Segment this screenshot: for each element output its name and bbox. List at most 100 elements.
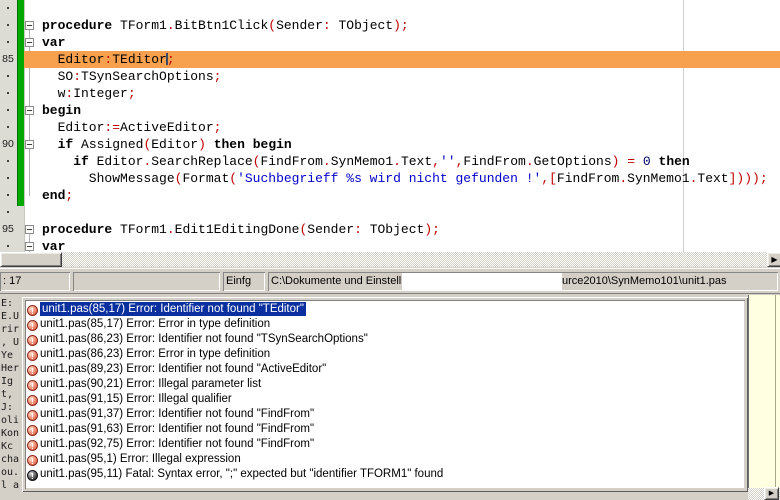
line-number[interactable]: 85 — [0, 51, 16, 68]
line-dot[interactable] — [0, 68, 16, 85]
background-text-fragment: rir — [1, 324, 19, 335]
message-item[interactable]: !unit1.pas(91,15) Error: Illegal qualifi… — [25, 392, 745, 407]
background-text-fragment: , U — [1, 337, 19, 348]
message-item[interactable]: !unit1.pas(85,17) Error: Error in type d… — [25, 317, 745, 332]
background-text-fragment: l a — [1, 480, 19, 491]
error-icon: ! — [27, 425, 38, 436]
code-text: Editor:TEditor; — [42, 51, 175, 68]
message-item[interactable]: !unit1.pas(90,21) Error: Illegal paramet… — [25, 377, 745, 392]
message-item[interactable]: !unit1.pas(86,23) Error: Identifier not … — [25, 332, 745, 347]
code-line[interactable]: w:Integer; — [0, 85, 780, 102]
line-dot[interactable] — [0, 85, 16, 102]
redaction-box — [402, 273, 562, 290]
horizontal-scrollbar[interactable]: ▶ — [0, 252, 780, 267]
line-number[interactable]: 90 — [0, 136, 16, 153]
message-text: unit1.pas(91,15) Error: Illegal qualifie… — [40, 393, 232, 405]
line-dot[interactable] — [0, 204, 16, 221]
code-line[interactable]: procedure TForm1.BitBtn1Click(Sender: TO… — [0, 17, 780, 34]
error-icon: ! — [27, 335, 38, 346]
message-text: unit1.pas(86,23) Error: Identifier not f… — [40, 333, 368, 345]
message-text: unit1.pas(85,17) Error: Error in type de… — [40, 318, 270, 330]
fold-collapse-icon[interactable] — [25, 225, 34, 234]
lazarus-ide-screen: procedure TForm1.BitBtn1Click(Sender: TO… — [0, 0, 780, 500]
background-text-fragment: E: — [1, 298, 13, 309]
code-line[interactable]: Editor:=ActiveEditor; — [0, 119, 780, 136]
message-item[interactable]: !unit1.pas(95,1) Error: Illegal expressi… — [25, 452, 745, 467]
message-item[interactable]: !unit1.pas(92,75) Error: Identifier not … — [25, 437, 745, 452]
code-text: w:Integer; — [42, 85, 136, 102]
fold-collapse-icon[interactable] — [25, 106, 34, 115]
background-text-fragment: Kc — [1, 441, 13, 452]
background-text-fragment: cha — [1, 454, 19, 465]
message-item[interactable]: !unit1.pas(91,37) Error: Identifier not … — [25, 407, 745, 422]
error-icon: ! — [27, 410, 38, 421]
message-item[interactable]: !unit1.pas(89,23) Error: Identifier not … — [25, 362, 745, 377]
code-text: SO:TSynSearchOptions; — [42, 68, 221, 85]
status-empty-panel — [73, 272, 220, 291]
line-dot[interactable] — [0, 119, 16, 136]
message-text: unit1.pas(89,23) Error: Identifier not f… — [40, 363, 326, 375]
code-text: procedure TForm1.BitBtn1Click(Sender: TO… — [42, 17, 409, 34]
code-line[interactable]: 95 procedure TForm1.Edit1EditingDone(Send… — [0, 221, 780, 238]
line-number[interactable]: 95 — [0, 221, 16, 238]
code-text: var — [42, 34, 65, 51]
background-text-fragment: Ye — [1, 350, 13, 361]
background-text-fragment: E.U — [1, 311, 19, 322]
message-item[interactable]: !unit1.pas(91,63) Error: Identifier not … — [25, 422, 745, 437]
error-icon: ! — [27, 350, 38, 361]
code-text: if Editor.SearchReplace(FindFrom.SynMemo… — [42, 153, 690, 170]
line-dot[interactable] — [0, 34, 16, 51]
line-dot[interactable] — [0, 187, 16, 204]
message-text: unit1.pas(86,23) Error: Error in type de… — [40, 348, 270, 360]
code-line[interactable]: if Editor.SearchReplace(FindFrom.SynMemo… — [0, 153, 780, 170]
message-item[interactable]: !unit1.pas(85,17) Error: Identifier not … — [25, 302, 745, 317]
code-line[interactable]: var — [0, 34, 780, 51]
code-text: var — [42, 238, 65, 252]
message-text: unit1.pas(90,21) Error: Illegal paramete… — [40, 378, 261, 390]
window-edge — [0, 293, 780, 294]
background-text-fragment: t, — [1, 389, 13, 400]
fold-collapse-icon[interactable] — [25, 242, 34, 251]
message-item[interactable]: !unit1.pas(95,11) Fatal: Syntax error, "… — [25, 467, 745, 482]
line-dot[interactable] — [0, 153, 16, 170]
code-text: procedure TForm1.Edit1EditingDone(Sender… — [42, 221, 440, 238]
line-dot[interactable] — [0, 0, 16, 17]
error-icon: ! — [27, 380, 38, 391]
code-line[interactable]: 85 Editor:TEditor; — [0, 51, 780, 68]
line-dot[interactable] — [0, 238, 16, 252]
fold-collapse-icon[interactable] — [25, 21, 34, 30]
code-line[interactable]: var — [0, 238, 780, 252]
background-text-fragment: Her — [1, 363, 19, 374]
scrollbar-thumb[interactable] — [0, 252, 62, 267]
line-dot[interactable] — [0, 102, 16, 119]
file-path-tail: urce2010\SynMemo101\unit1.pas — [562, 272, 727, 291]
error-icon: ! — [27, 440, 38, 451]
code-line[interactable] — [0, 0, 780, 17]
source-editor[interactable]: procedure TForm1.BitBtn1Click(Sender: TO… — [0, 0, 780, 252]
message-item[interactable]: !unit1.pas(86,23) Error: Error in type d… — [25, 347, 745, 362]
line-dot[interactable] — [0, 170, 16, 187]
code-line[interactable]: ShowMessage(Format('Suchbegrieff %s wird… — [0, 170, 780, 187]
text-cursor — [166, 53, 168, 65]
error-icon: ! — [27, 320, 38, 331]
messages-list[interactable]: !unit1.pas(85,17) Error: Identifier not … — [25, 300, 745, 489]
code-line[interactable]: 90 if Assigned(Editor) then begin — [0, 136, 780, 153]
message-text: unit1.pas(91,63) Error: Identifier not f… — [40, 423, 314, 435]
error-icon: ! — [27, 305, 38, 316]
insert-mode-panel: Einfg — [223, 272, 265, 291]
code-line[interactable]: SO:TSynSearchOptions; — [0, 68, 780, 85]
line-dot[interactable] — [0, 17, 16, 34]
fold-collapse-icon[interactable] — [25, 38, 34, 47]
code-line[interactable]: end; — [0, 187, 780, 204]
fold-collapse-icon[interactable] — [25, 140, 34, 149]
scrollbar-right-arrow-icon[interactable]: ▶ — [767, 252, 780, 267]
code-line[interactable]: begin — [0, 102, 780, 119]
note-window-edge — [775, 295, 776, 488]
file-path-head: C:\Dokumente und Einstellu — [271, 275, 407, 287]
background-text-fragment: Kon — [1, 428, 19, 439]
message-text: unit1.pas(85,17) Error: Identifier not f… — [40, 302, 306, 316]
background-text-fragment: oli — [1, 415, 19, 426]
code-line[interactable] — [0, 204, 780, 221]
background-scrollbar-arrow-icon[interactable]: ▶ — [764, 487, 779, 500]
fatal-icon: ! — [27, 470, 38, 481]
